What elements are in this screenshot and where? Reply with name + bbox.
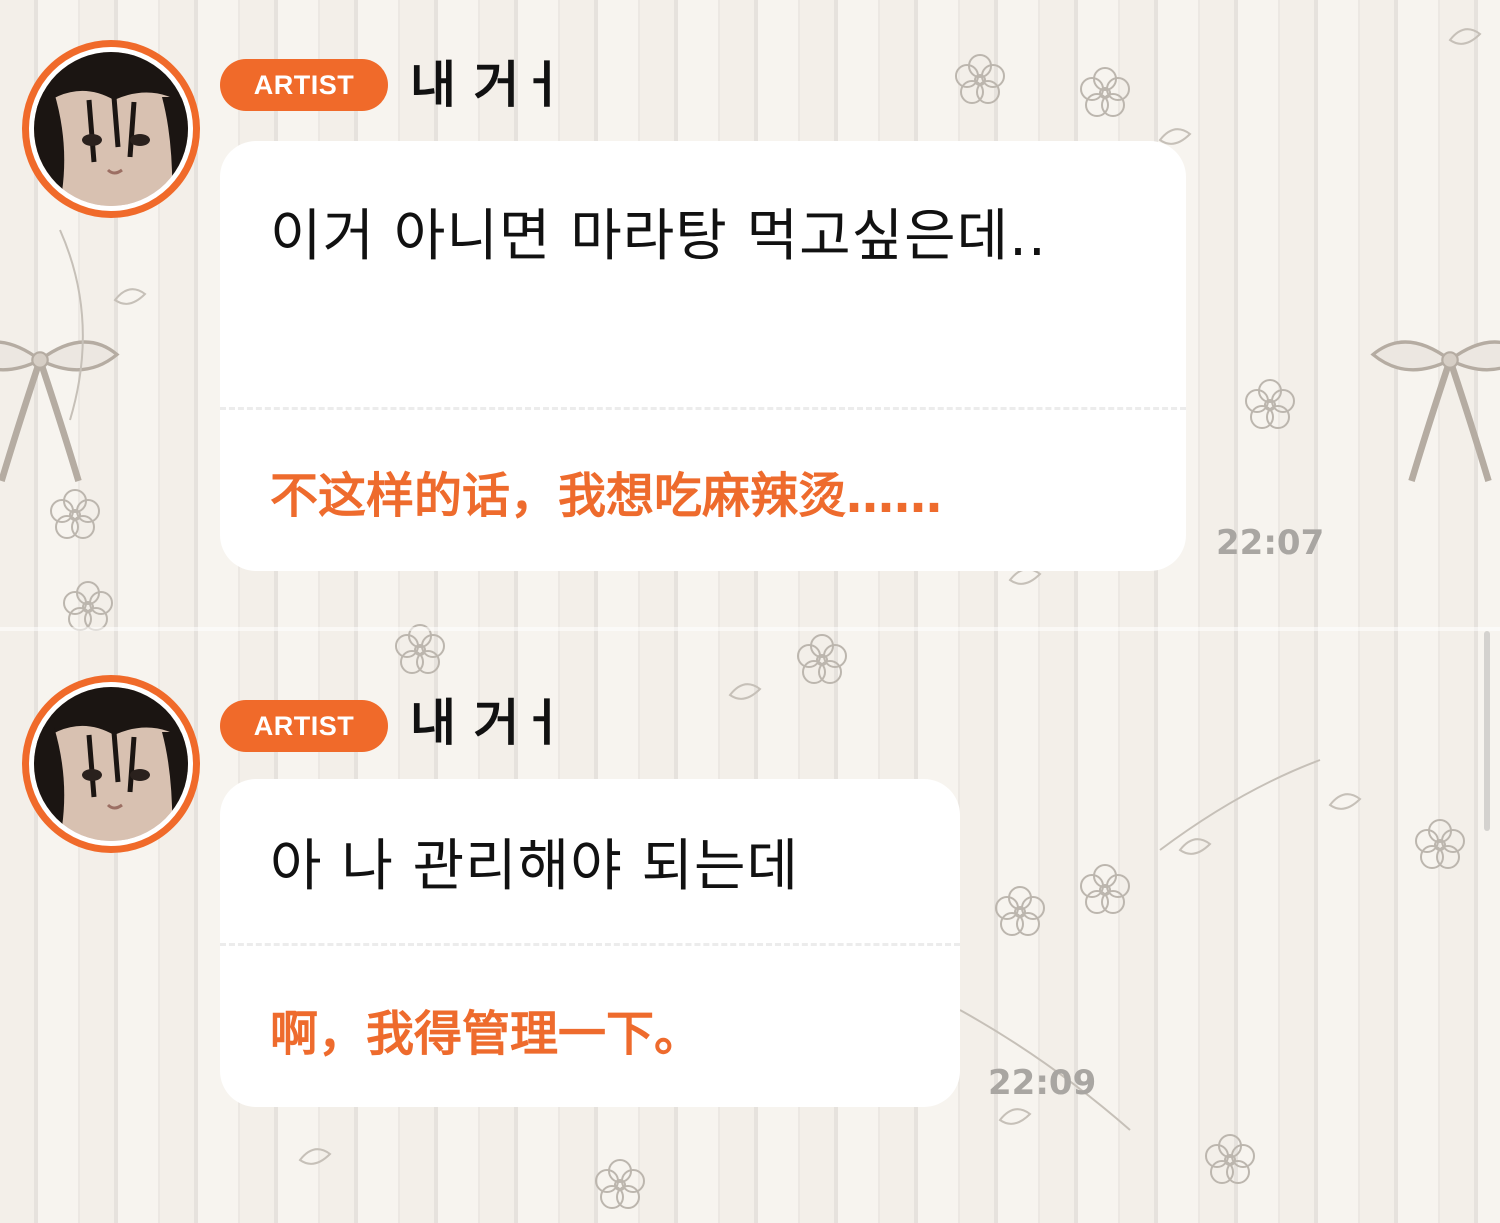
translation-divider (220, 407, 1186, 410)
translated-message-text: 啊，我得管理一下。 (270, 1006, 703, 1062)
message-timestamp: 22:09 (988, 1063, 1097, 1103)
artist-avatar[interactable] (22, 40, 200, 218)
artist-badge: ARTIST (220, 700, 388, 752)
message-bubble[interactable]: 이거 아니면 마라탕 먹고싶은데.. 不这样的话，我想吃麻辣烫…… (220, 141, 1186, 571)
sender-name: 내 거ㅓ (410, 56, 566, 114)
avatar-photo (34, 687, 188, 841)
artist-avatar[interactable] (22, 675, 200, 853)
message-bubble[interactable]: 아 나 관리해야 되는데 啊，我得管理一下。 (220, 779, 960, 1107)
sender-name: 내 거ㅓ (410, 694, 566, 752)
avatar-photo (34, 52, 188, 206)
original-message-text: 아 나 관리해야 되는데 (270, 834, 800, 899)
message-timestamp: 22:07 (1216, 523, 1325, 563)
message-item: ARTIST 내 거ㅓ 아 나 관리해야 되는데 啊，我得管理一下。 22:09 (0, 631, 1500, 1223)
original-message-text: 이거 아니면 마라탕 먹고싶은데.. (270, 204, 1047, 269)
artist-badge: ARTIST (220, 59, 388, 111)
message-item: ARTIST 내 거ㅓ 이거 아니면 마라탕 먹고싶은데.. 不这样的话，我想吃… (0, 0, 1500, 627)
translated-message-text: 不这样的话，我想吃麻辣烫…… (270, 468, 943, 524)
translation-divider (220, 943, 960, 946)
scrollbar[interactable] (1484, 631, 1490, 831)
